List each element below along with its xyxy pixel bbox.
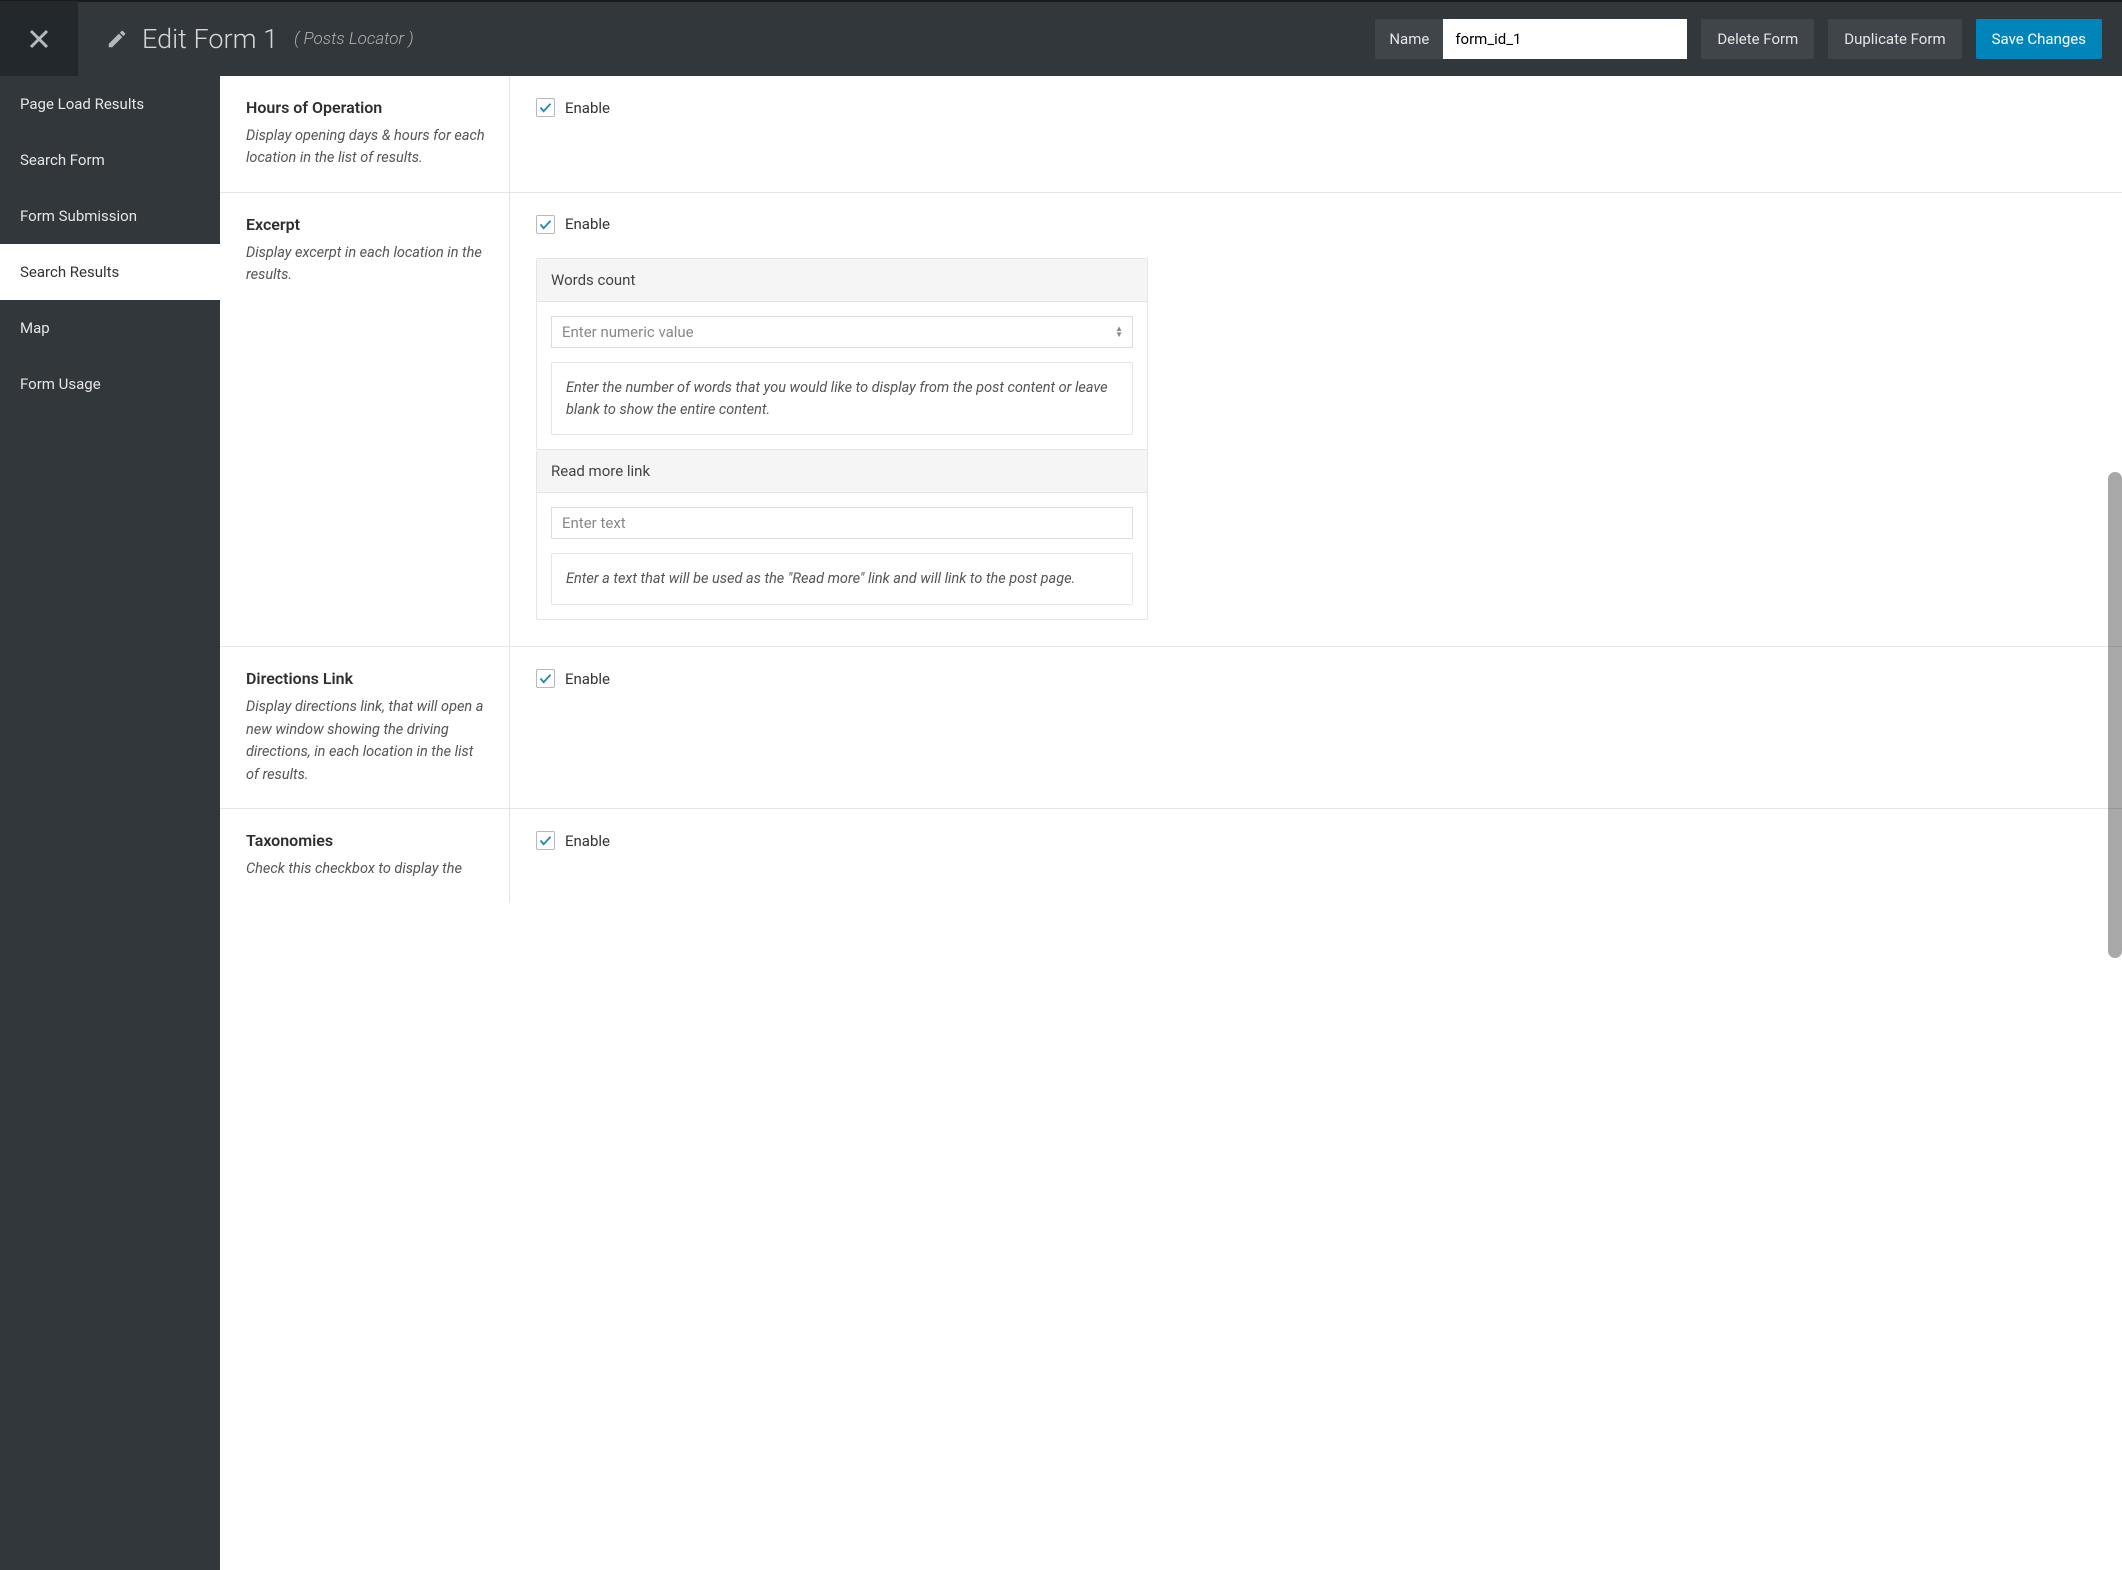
close-button[interactable]	[0, 1, 78, 77]
panel-header: Read more link	[537, 450, 1147, 493]
sidebar-item-form-submission[interactable]: Form Submission	[0, 188, 220, 244]
section-title: Directions Link	[246, 669, 489, 688]
section-excerpt: Excerpt Display excerpt in each location…	[220, 193, 2122, 647]
page-title: Edit Form 1	[142, 23, 278, 55]
content-area: Hours of Operation Display opening days …	[220, 76, 2122, 1570]
enable-checkbox[interactable]	[536, 831, 555, 850]
section-description: Check this checkbox to display the	[246, 858, 489, 880]
enable-label: Enable	[565, 832, 610, 850]
close-icon	[27, 27, 51, 51]
sidebar-item-search-form[interactable]: Search Form	[0, 132, 220, 188]
duplicate-form-button[interactable]: Duplicate Form	[1828, 19, 1961, 59]
section-description: Display excerpt in each location in the …	[246, 242, 489, 287]
read-more-panel: Read more link Enter a text that will be…	[536, 450, 1148, 620]
enable-checkbox[interactable]	[536, 669, 555, 688]
caret-down-icon: ▼	[1115, 332, 1123, 338]
help-text: Enter a text that will be used as the "R…	[551, 553, 1133, 605]
sidebar-item-search-results[interactable]: Search Results	[0, 244, 220, 300]
sidebar-item-page-load-results[interactable]: Page Load Results	[0, 76, 220, 132]
save-changes-button[interactable]: Save Changes	[1976, 19, 2102, 59]
enable-label: Enable	[565, 215, 610, 233]
enable-label: Enable	[565, 670, 610, 688]
words-count-panel: Words count ▲ ▼ Enter the number of word…	[536, 258, 1148, 451]
panel-header: Words count	[537, 259, 1147, 302]
page-subtitle: ( Posts Locator )	[294, 29, 413, 49]
sidebar: Page Load Results Search Form Form Submi…	[0, 76, 220, 1570]
section-taxonomies: Taxonomies Check this checkbox to displa…	[220, 809, 2122, 902]
enable-checkbox[interactable]	[536, 215, 555, 234]
section-directions-link: Directions Link Display directions link,…	[220, 647, 2122, 809]
section-title: Excerpt	[246, 215, 489, 234]
section-title: Hours of Operation	[246, 98, 489, 117]
help-text: Enter the number of words that you would…	[551, 362, 1133, 436]
title-area: Edit Form 1 ( Posts Locator )	[78, 23, 414, 55]
check-icon	[538, 100, 553, 115]
sidebar-item-map[interactable]: Map	[0, 300, 220, 356]
name-field-group: Name	[1375, 19, 1687, 59]
section-description: Display directions link, that will open …	[246, 696, 489, 786]
enable-checkbox[interactable]	[536, 98, 555, 117]
section-hours-of-operation: Hours of Operation Display opening days …	[220, 76, 2122, 193]
section-title: Taxonomies	[246, 831, 489, 850]
name-label: Name	[1375, 30, 1443, 48]
check-icon	[538, 217, 553, 232]
delete-form-button[interactable]: Delete Form	[1701, 19, 1814, 59]
name-input[interactable]	[1443, 19, 1687, 59]
enable-label: Enable	[565, 99, 610, 117]
check-icon	[538, 671, 553, 686]
section-description: Display opening days & hours for each lo…	[246, 125, 489, 170]
sidebar-item-form-usage[interactable]: Form Usage	[0, 356, 220, 412]
number-stepper[interactable]: ▲ ▼	[1115, 326, 1123, 338]
pencil-icon	[106, 28, 128, 50]
check-icon	[538, 833, 553, 848]
words-count-input[interactable]	[551, 316, 1133, 348]
scrollbar-thumb[interactable]	[2108, 472, 2122, 958]
read-more-input[interactable]	[551, 507, 1133, 539]
